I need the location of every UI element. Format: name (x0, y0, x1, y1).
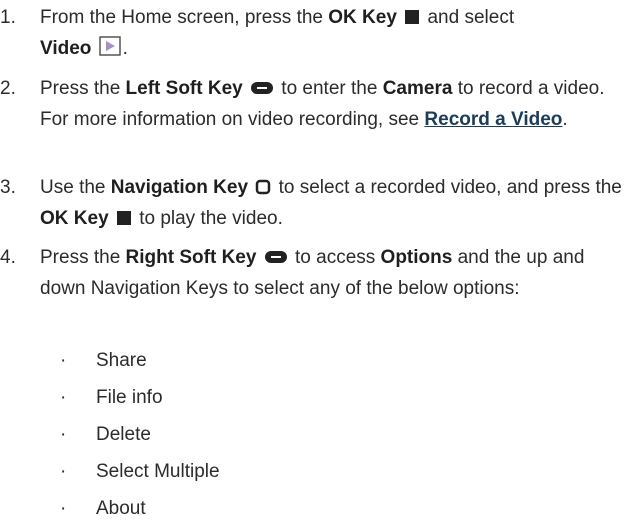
option-label: About (96, 498, 146, 519)
option-label: Select Multiple (96, 461, 220, 482)
ok-key-label: OK Key (40, 208, 109, 229)
bullet: · (60, 498, 67, 519)
navigation-key-icon (255, 175, 271, 204)
soft-key-icon (250, 76, 274, 105)
video-label: Video (40, 38, 92, 59)
step-number: 4. (0, 247, 16, 268)
step-number: 1. (0, 7, 16, 28)
option-label: File info (96, 387, 163, 408)
option-label: Delete (96, 424, 151, 445)
navigation-key-label: Navigation Key (110, 177, 249, 198)
step-text: Press the Left Soft Key to enter the Cam… (40, 76, 605, 130)
bullet: · (60, 424, 67, 445)
step-number: 2. (0, 78, 16, 99)
instructions: 1. From the Home screen, press the OK Ke… (0, 0, 633, 531)
camera-label: Camera (382, 78, 453, 99)
step-text: Use the Navigation Key to select a recor… (40, 173, 627, 235)
ok-key-label: OK Key (328, 7, 397, 28)
soft-key-icon (264, 245, 288, 274)
bullet: · (60, 461, 67, 482)
step-text: From the Home screen, press the OK Key a… (40, 3, 627, 65)
step-number: 3. (0, 177, 16, 198)
options-label: Options (380, 247, 453, 268)
video-app-icon (98, 36, 121, 65)
ok-key-icon (404, 5, 420, 34)
option-label: Share (96, 350, 147, 371)
left-soft-key-label: Left Soft Key (125, 78, 243, 99)
step-text: Press the Right Soft Key to access Optio… (40, 245, 585, 299)
bullet: · (60, 350, 67, 371)
record-a-video-link[interactable]: Record a Video (424, 109, 562, 130)
right-soft-key-label: Right Soft Key (125, 247, 257, 268)
bullet: · (60, 387, 67, 408)
ok-key-icon (116, 206, 132, 235)
